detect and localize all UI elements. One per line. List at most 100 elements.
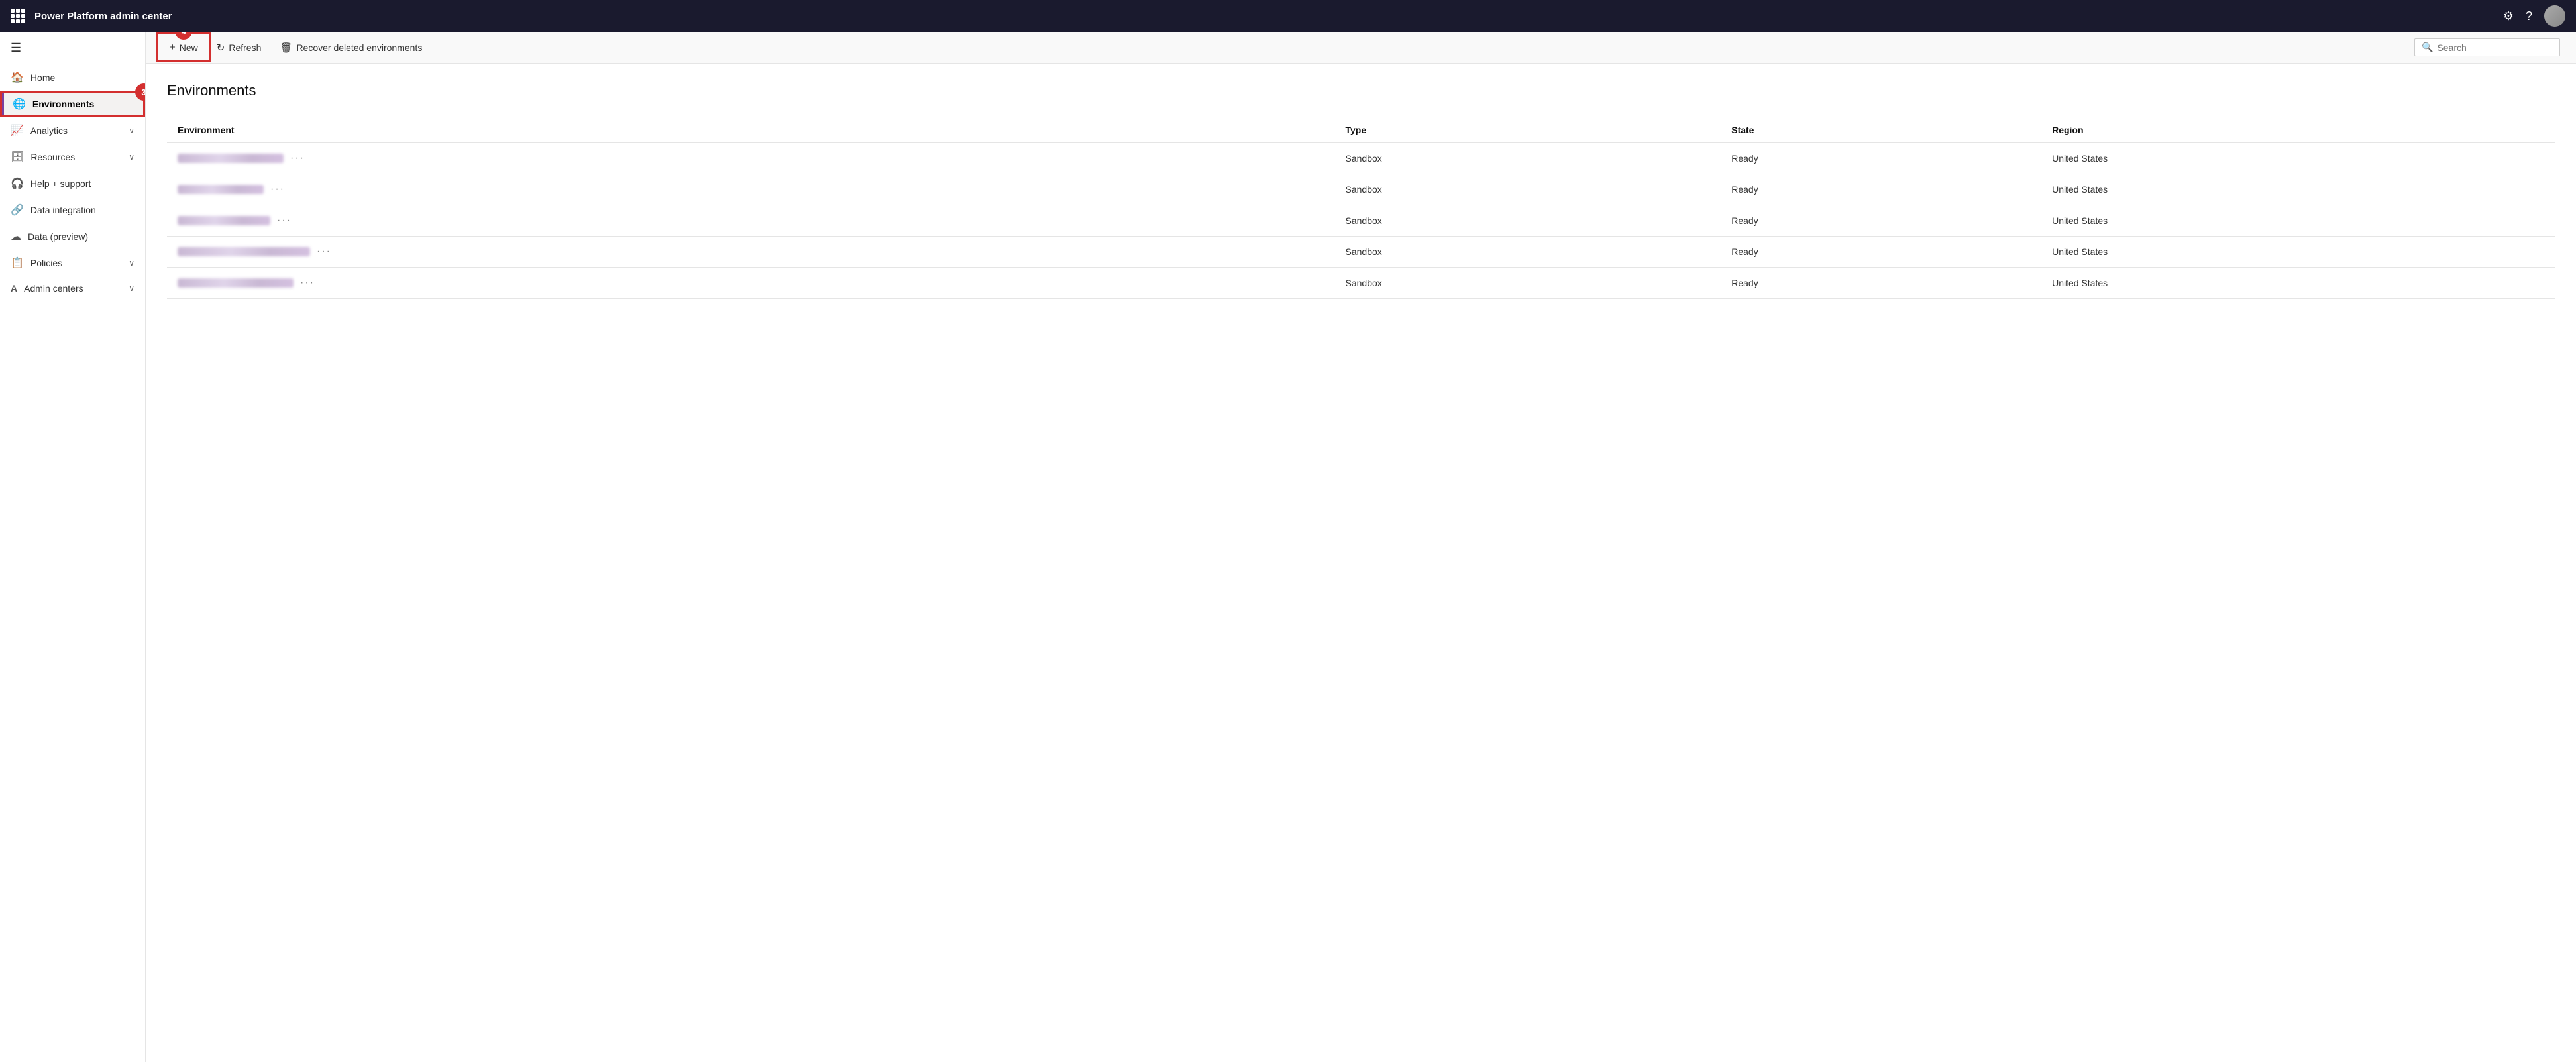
env-type: Sandbox xyxy=(1335,174,1721,205)
refresh-button[interactable]: ↻ Refresh xyxy=(209,38,270,58)
col-header-region: Region xyxy=(2041,118,2555,142)
settings-icon[interactable]: ⚙ xyxy=(2503,9,2514,23)
sidebar-label-data-integration: Data integration xyxy=(30,205,134,215)
recover-button[interactable]: 🗑 Recover deleted environments xyxy=(272,38,430,58)
sidebar-label-analytics: Analytics xyxy=(30,125,122,136)
col-header-type: Type xyxy=(1335,118,1721,142)
sidebar-label-help-support: Help + support xyxy=(30,178,134,189)
hamburger-icon[interactable]: ☰ xyxy=(0,32,145,64)
policies-icon: 📋 xyxy=(11,256,24,270)
chevron-policies-icon: ∨ xyxy=(129,258,134,268)
env-region: United States xyxy=(2041,174,2555,205)
env-options-button[interactable]: ··· xyxy=(270,184,285,195)
env-state: Ready xyxy=(1721,237,2041,268)
search-input[interactable] xyxy=(2437,42,2553,53)
new-button-wrapper: 4 + New xyxy=(162,38,206,57)
env-type: Sandbox xyxy=(1335,237,1721,268)
data-preview-icon: ☁ xyxy=(11,230,21,243)
sidebar-item-data-integration[interactable]: 🔗 Data integration xyxy=(0,197,145,223)
admin-centers-icon: A xyxy=(11,283,17,293)
sidebar-item-analytics[interactable]: 📈 Analytics ∨ xyxy=(0,117,145,144)
env-type: Sandbox xyxy=(1335,205,1721,237)
env-region: United States xyxy=(2041,237,2555,268)
chevron-admin-centers-icon: ∨ xyxy=(129,284,134,293)
env-options-button[interactable]: ··· xyxy=(300,277,315,289)
new-button[interactable]: + New xyxy=(162,38,206,57)
environments-icon: 🌐 xyxy=(13,97,26,111)
env-name-blur xyxy=(178,154,284,163)
env-state: Ready xyxy=(1721,142,2041,174)
sidebar-label-admin-centers: Admin centers xyxy=(24,283,122,293)
env-options-button[interactable]: ··· xyxy=(290,152,305,164)
topbar-right: ⚙ ? xyxy=(2503,5,2565,27)
sidebar-label-environments: Environments xyxy=(32,99,134,109)
sidebar-item-policies[interactable]: 📋 Policies ∨ xyxy=(0,250,145,276)
chevron-resources-icon: ∨ xyxy=(129,152,134,162)
new-label: New xyxy=(180,42,198,53)
table-row[interactable]: ··· SandboxReadyUnited States xyxy=(167,174,2555,205)
col-header-state: State xyxy=(1721,118,2041,142)
recover-icon: 🗑 xyxy=(280,42,292,54)
env-type: Sandbox xyxy=(1335,268,1721,299)
layout: ☰ 🏠 Home 🌐 Environments 3 📈 Analytics ∨ … xyxy=(0,32,2576,1062)
env-region: United States xyxy=(2041,205,2555,237)
sidebar: ☰ 🏠 Home 🌐 Environments 3 📈 Analytics ∨ … xyxy=(0,32,146,1062)
avatar[interactable] xyxy=(2544,5,2565,27)
table-row[interactable]: ··· SandboxReadyUnited States xyxy=(167,142,2555,174)
plus-icon: + xyxy=(170,42,176,53)
home-icon: 🏠 xyxy=(11,71,24,84)
sidebar-item-home[interactable]: 🏠 Home xyxy=(0,64,145,91)
sidebar-item-admin-centers[interactable]: A Admin centers ∨ xyxy=(0,276,145,300)
search-box[interactable]: 🔍 xyxy=(2414,38,2560,56)
env-region: United States xyxy=(2041,142,2555,174)
env-name-blur xyxy=(178,247,310,256)
topbar: Power Platform admin center ⚙ ? xyxy=(0,0,2576,32)
active-bar xyxy=(2,91,4,117)
content-area: Environments Environment Type State Regi… xyxy=(146,64,2576,1062)
col-header-environment: Environment xyxy=(167,118,1335,142)
env-name-blur xyxy=(178,216,270,225)
sidebar-label-home: Home xyxy=(30,72,134,83)
env-name-cell: ··· xyxy=(167,142,1335,174)
env-name-cell: ··· xyxy=(167,237,1335,268)
app-title: Power Platform admin center xyxy=(34,11,2503,22)
refresh-label: Refresh xyxy=(229,42,261,53)
env-options-button[interactable]: ··· xyxy=(277,215,292,227)
sidebar-label-data-preview: Data (preview) xyxy=(28,231,134,242)
table-header-row: Environment Type State Region xyxy=(167,118,2555,142)
sidebar-item-environments[interactable]: 🌐 Environments 3 xyxy=(0,91,145,117)
data-integration-icon: 🔗 xyxy=(11,203,24,217)
analytics-icon: 📈 xyxy=(11,124,24,137)
env-name-cell: ··· xyxy=(167,174,1335,205)
sidebar-label-resources: Resources xyxy=(30,152,122,162)
grid-icon[interactable] xyxy=(11,9,25,23)
table-row[interactable]: ··· SandboxReadyUnited States xyxy=(167,268,2555,299)
search-icon: 🔍 xyxy=(2422,42,2433,53)
table-row[interactable]: ··· SandboxReadyUnited States xyxy=(167,237,2555,268)
recover-label: Recover deleted environments xyxy=(296,42,422,53)
help-icon[interactable]: ? xyxy=(2526,9,2532,23)
env-type: Sandbox xyxy=(1335,142,1721,174)
chevron-analytics-icon: ∨ xyxy=(129,126,134,135)
env-name-blur xyxy=(178,185,264,194)
sidebar-item-data-preview[interactable]: ☁ Data (preview) xyxy=(0,223,145,250)
resources-icon: 🗄 xyxy=(11,150,24,164)
env-options-button[interactable]: ··· xyxy=(317,246,331,258)
environments-table: Environment Type State Region ··· Sandbo… xyxy=(167,118,2555,299)
page-title: Environments xyxy=(167,82,2555,99)
sidebar-item-help-support[interactable]: 🎧 Help + support xyxy=(0,170,145,197)
env-name-cell: ··· xyxy=(167,268,1335,299)
table-row[interactable]: ··· SandboxReadyUnited States xyxy=(167,205,2555,237)
help-support-icon: 🎧 xyxy=(11,177,24,190)
toolbar: 4 + New ↻ Refresh 🗑 Recover deleted envi… xyxy=(146,32,2576,64)
env-state: Ready xyxy=(1721,205,2041,237)
env-region: United States xyxy=(2041,268,2555,299)
env-name-blur xyxy=(178,278,294,288)
sidebar-label-policies: Policies xyxy=(30,258,122,268)
env-state: Ready xyxy=(1721,174,2041,205)
refresh-icon: ↻ xyxy=(217,42,225,54)
env-name-cell: ··· xyxy=(167,205,1335,237)
main: 4 + New ↻ Refresh 🗑 Recover deleted envi… xyxy=(146,32,2576,1062)
env-state: Ready xyxy=(1721,268,2041,299)
sidebar-item-resources[interactable]: 🗄 Resources ∨ xyxy=(0,144,145,170)
